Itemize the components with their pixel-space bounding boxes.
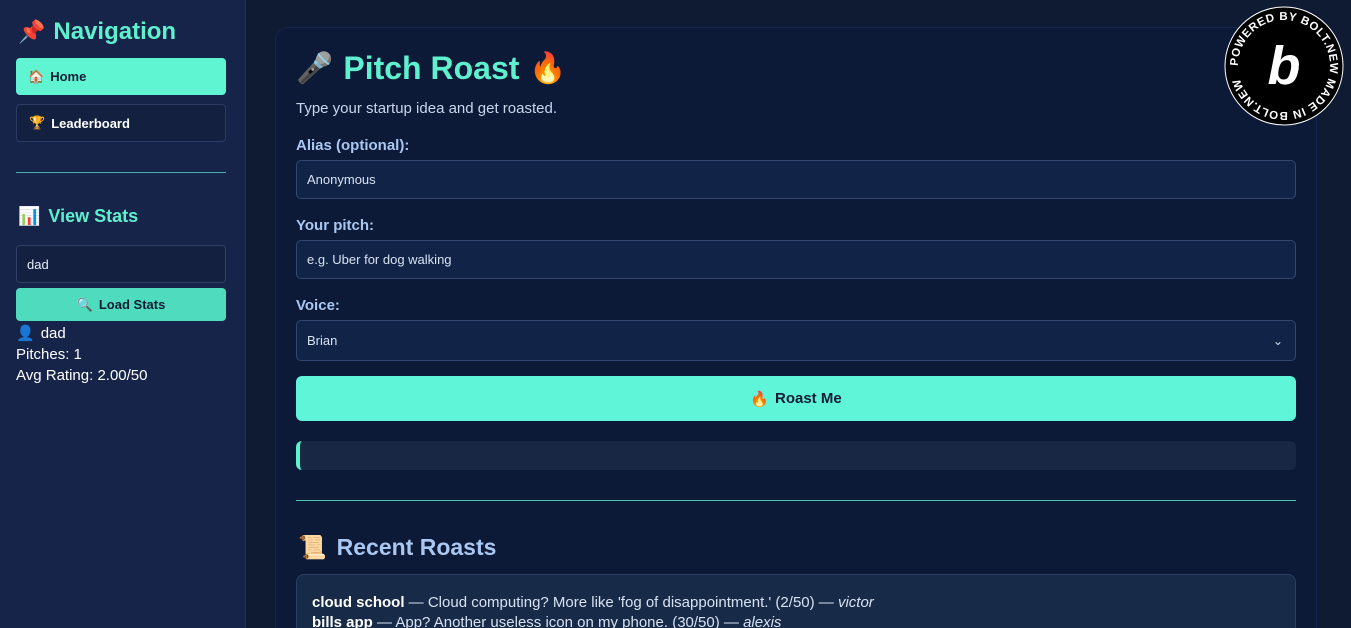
stats-pitches: Pitches: 1 (16, 346, 82, 363)
alias-input[interactable]: Anonymous (296, 160, 1296, 199)
fire-icon: 🔥 (529, 52, 567, 85)
list-item: bills app — App? Another useless icon on… (312, 613, 1280, 628)
stats-alias-input[interactable] (16, 245, 226, 283)
pitch-input[interactable]: e.g. Uber for dog walking (296, 240, 1296, 279)
stats-result: 👤 dad Pitches: 1 Avg Rating: 2.00/50 (16, 323, 147, 386)
voice-select[interactable]: Brian ⌄ (296, 320, 1296, 361)
main-divider (296, 500, 1296, 501)
bar-chart-icon: 📊 (18, 206, 41, 226)
sidebar: 📌 Navigation 🏠 Home 🏆 Leaderboard 📊 View… (0, 0, 246, 628)
house-icon: 🏠 (28, 68, 45, 84)
recent-roasts-list: cloud school — Cloud computing? More lik… (296, 574, 1296, 628)
roast-pitch: bills app (312, 614, 373, 628)
stats-title: View Stats (48, 206, 139, 226)
roast-text: — App? Another useless icon on my phone.… (372, 614, 744, 628)
stats-user-row: 👤 dad (16, 323, 147, 344)
nav-title: Navigation (53, 18, 177, 45)
stats-avg-rating: Avg Rating: 2.00/50 (16, 367, 148, 384)
page-title: 🎤 Pitch Roast 🔥 (296, 50, 567, 87)
microphone-icon: 🎤 (296, 52, 334, 85)
roast-output (296, 441, 1296, 470)
pitch-placeholder: e.g. Uber for dog walking (307, 252, 452, 267)
roast-text: — Cloud computing? More like 'fog of dis… (404, 594, 838, 611)
roast-me-label: Roast Me (775, 390, 842, 407)
nav-leaderboard-label: Leaderboard (51, 115, 130, 131)
scroll-icon: 📜 (298, 534, 327, 560)
stats-heading: 📊 View Stats (18, 206, 138, 227)
recent-roasts-title: Recent Roasts (336, 534, 497, 560)
stats-user-name: dad (40, 325, 66, 342)
roast-me-button[interactable]: 🔥 Roast Me (296, 376, 1296, 421)
bolt-badge[interactable]: POWERED BY BOLT.NEW MADE IN BOLT.NEW b (1224, 6, 1344, 126)
nav-heading: 📌 Navigation (18, 18, 176, 46)
alias-label: Alias (optional): (296, 137, 410, 154)
trophy-icon: 🏆 (29, 115, 46, 130)
fire-icon: 🔥 (750, 390, 769, 408)
nav-home-button[interactable]: 🏠 Home (16, 58, 226, 95)
roast-alias: alexis (743, 614, 782, 628)
pushpin-icon: 📌 (18, 19, 46, 44)
chevron-down-icon: ⌄ (1272, 333, 1283, 348)
page-subtitle: Type your startup idea and get roasted. (296, 100, 557, 117)
alias-placeholder: Anonymous (307, 172, 376, 187)
magnifier-icon: 🔍 (76, 296, 93, 312)
nav-home-label: Home (50, 69, 87, 84)
load-stats-button[interactable]: 🔍 Load Stats (16, 288, 226, 321)
voice-label: Voice: (296, 297, 340, 314)
roast-pitch: cloud school (312, 594, 405, 611)
voice-selected-value: Brian (307, 333, 338, 348)
user-icon: 👤 (16, 325, 35, 342)
list-item: cloud school — Cloud computing? More lik… (312, 593, 1280, 613)
roast-alias: victor (837, 594, 874, 611)
recent-roasts-heading: 📜 Recent Roasts (298, 534, 496, 561)
pitch-label: Your pitch: (296, 217, 375, 234)
bolt-logo-icon: b (1268, 36, 1301, 96)
nav-leaderboard-button[interactable]: 🏆 Leaderboard (16, 104, 226, 142)
page-title-text: Pitch Roast (343, 50, 520, 86)
load-stats-label: Load Stats (98, 297, 166, 312)
sidebar-divider (16, 172, 226, 173)
